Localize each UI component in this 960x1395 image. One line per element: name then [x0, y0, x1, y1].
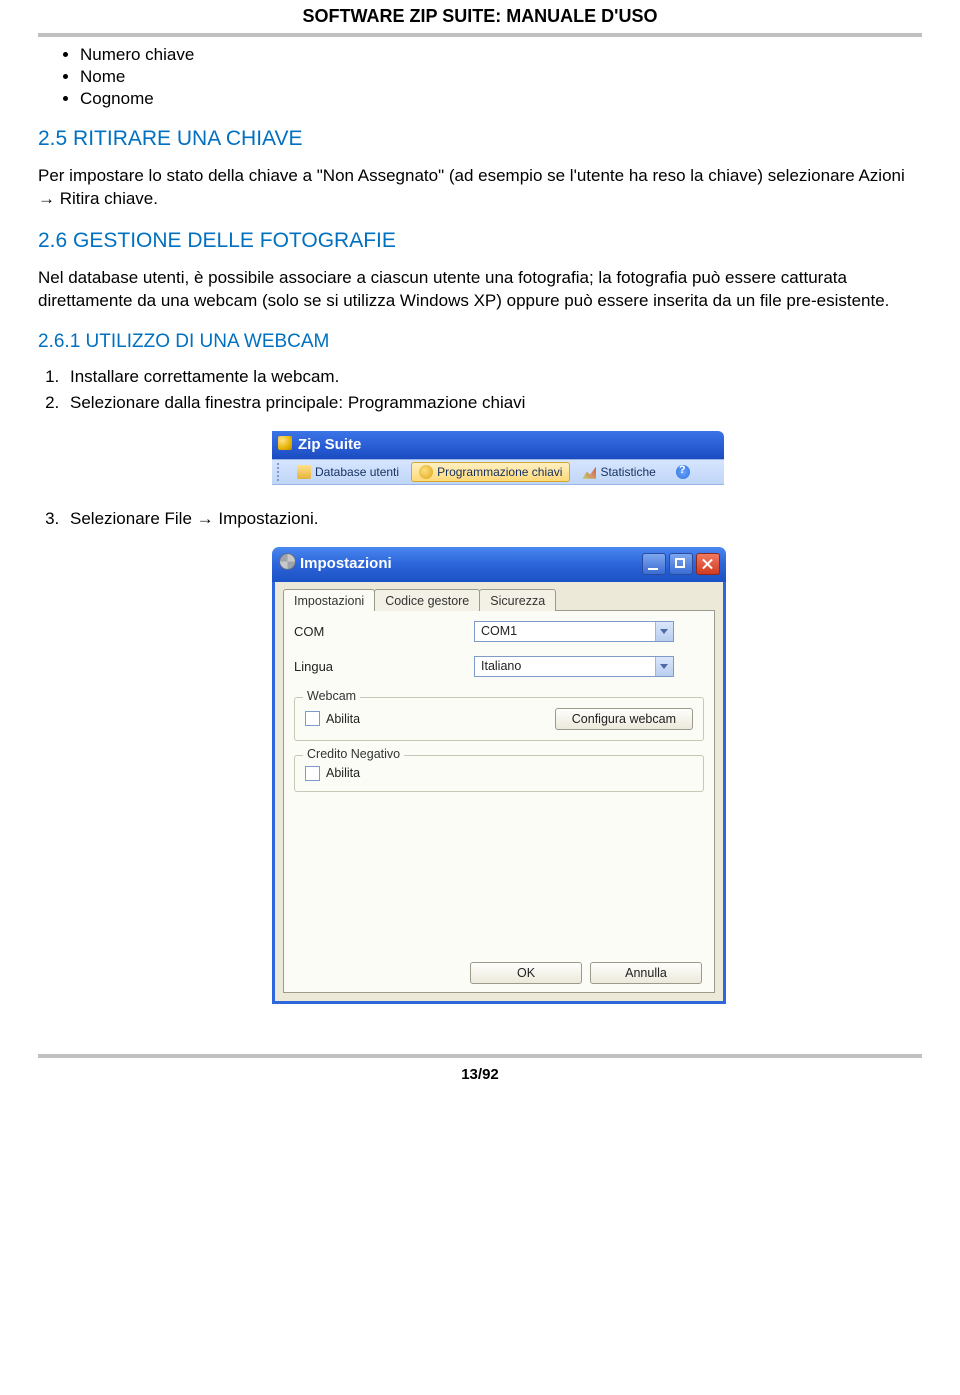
- tab-codice-gestore[interactable]: Codice gestore: [374, 589, 480, 611]
- select-com[interactable]: COM1: [474, 621, 674, 642]
- group-credito-negativo: Credito Negativo Abilita: [294, 755, 704, 792]
- label-lingua: Lingua: [294, 659, 474, 674]
- dialog-titlebar: Impostazioni: [272, 547, 726, 582]
- help-icon: [676, 465, 690, 479]
- group-webcam: Webcam Abilita Configura webcam: [294, 697, 704, 741]
- dialog-title: Impostazioni: [300, 555, 642, 572]
- dialog-body: Impostazioni Codice gestore Sicurezza CO…: [272, 582, 726, 1004]
- tab-impostazioni[interactable]: Impostazioni: [283, 589, 375, 611]
- toolbar-btn-label: Database utenti: [315, 465, 399, 479]
- tab-sicurezza[interactable]: Sicurezza: [479, 589, 556, 611]
- header-rule: [38, 33, 922, 37]
- ordered-steps: Installare correttamente la webcam. Sele…: [38, 367, 922, 413]
- maximize-button[interactable]: [669, 553, 693, 575]
- tab-panel: COM COM1 Lingua Italiano Webcam: [283, 610, 715, 993]
- screenshot-settings-dialog: Impostazioni Impostazioni Codice gestore…: [272, 547, 726, 1004]
- window-titlebar: Zip Suite: [272, 431, 724, 459]
- checkbox-box: [305, 766, 320, 781]
- toolbar-btn-programmazione[interactable]: Programmazione chiavi: [411, 462, 570, 482]
- page-number: 13/92: [38, 1058, 922, 1097]
- toolbar-btn-database[interactable]: Database utenti: [289, 462, 407, 482]
- chart-icon: [582, 465, 596, 479]
- group-legend: Webcam: [303, 689, 360, 703]
- chevron-down-icon: [655, 657, 673, 676]
- select-value: Italiano: [475, 659, 655, 673]
- dialog-button-row: OK Annulla: [294, 952, 704, 986]
- select-value: COM1: [475, 624, 655, 638]
- step-item: Installare correttamente la webcam.: [64, 367, 922, 387]
- toolbar-grip: [277, 463, 282, 481]
- screenshot-toolbar: Zip Suite Database utenti Programmazione…: [272, 431, 724, 485]
- checkbox-abilita-webcam[interactable]: Abilita: [305, 711, 360, 726]
- checkbox-abilita-credito[interactable]: Abilita: [305, 766, 360, 781]
- checkbox-label: Abilita: [326, 766, 360, 780]
- step-item: Selezionare File → Impostazioni.: [64, 509, 922, 529]
- keys-icon: [419, 465, 433, 479]
- toolbar-btn-label: Statistiche: [600, 465, 655, 479]
- toolbar-strip: Database utenti Programmazione chiavi St…: [272, 459, 724, 485]
- checkbox-label: Abilita: [326, 712, 360, 726]
- paragraph: Per impostare lo stato della chiave a "N…: [38, 165, 922, 211]
- list-item: Nome: [80, 67, 922, 87]
- checkbox-box: [305, 711, 320, 726]
- heading-2-6: 2.6 GESTIONE DELLE FOTOGRAFIE: [38, 229, 922, 253]
- dialog-tabs: Impostazioni Codice gestore Sicurezza: [283, 589, 715, 611]
- group-legend: Credito Negativo: [303, 747, 404, 761]
- window-title: Zip Suite: [298, 436, 361, 453]
- list-item: Numero chiave: [80, 45, 922, 65]
- cancel-button[interactable]: Annulla: [590, 962, 702, 984]
- toolbar-btn-help[interactable]: [668, 462, 698, 482]
- close-button[interactable]: [696, 553, 720, 575]
- doc-header: SOFTWARE ZIP SUITE: MANUALE D'USO: [38, 0, 922, 29]
- heading-2-6-1: 2.6.1 UTILIZZO DI UNA WEBCAM: [38, 331, 922, 353]
- folder-icon: [297, 465, 311, 479]
- bullet-list: Numero chiave Nome Cognome: [38, 45, 922, 109]
- ok-button[interactable]: OK: [470, 962, 582, 984]
- select-lingua[interactable]: Italiano: [474, 656, 674, 677]
- button-configura-webcam[interactable]: Configura webcam: [555, 708, 693, 730]
- toolbar-btn-statistiche[interactable]: Statistiche: [574, 462, 663, 482]
- minimize-button[interactable]: [642, 553, 666, 575]
- label-com: COM: [294, 624, 474, 639]
- toolbar-btn-label: Programmazione chiavi: [437, 465, 562, 479]
- step-item: Selezionare dalla finestra principale: P…: [64, 393, 922, 413]
- chevron-down-icon: [655, 622, 673, 641]
- ordered-steps-continued: Selezionare File → Impostazioni.: [38, 509, 922, 529]
- list-item: Cognome: [80, 89, 922, 109]
- paragraph: Nel database utenti, è possibile associa…: [38, 267, 922, 313]
- heading-2-5: 2.5 RITIRARE UNA CHIAVE: [38, 127, 922, 151]
